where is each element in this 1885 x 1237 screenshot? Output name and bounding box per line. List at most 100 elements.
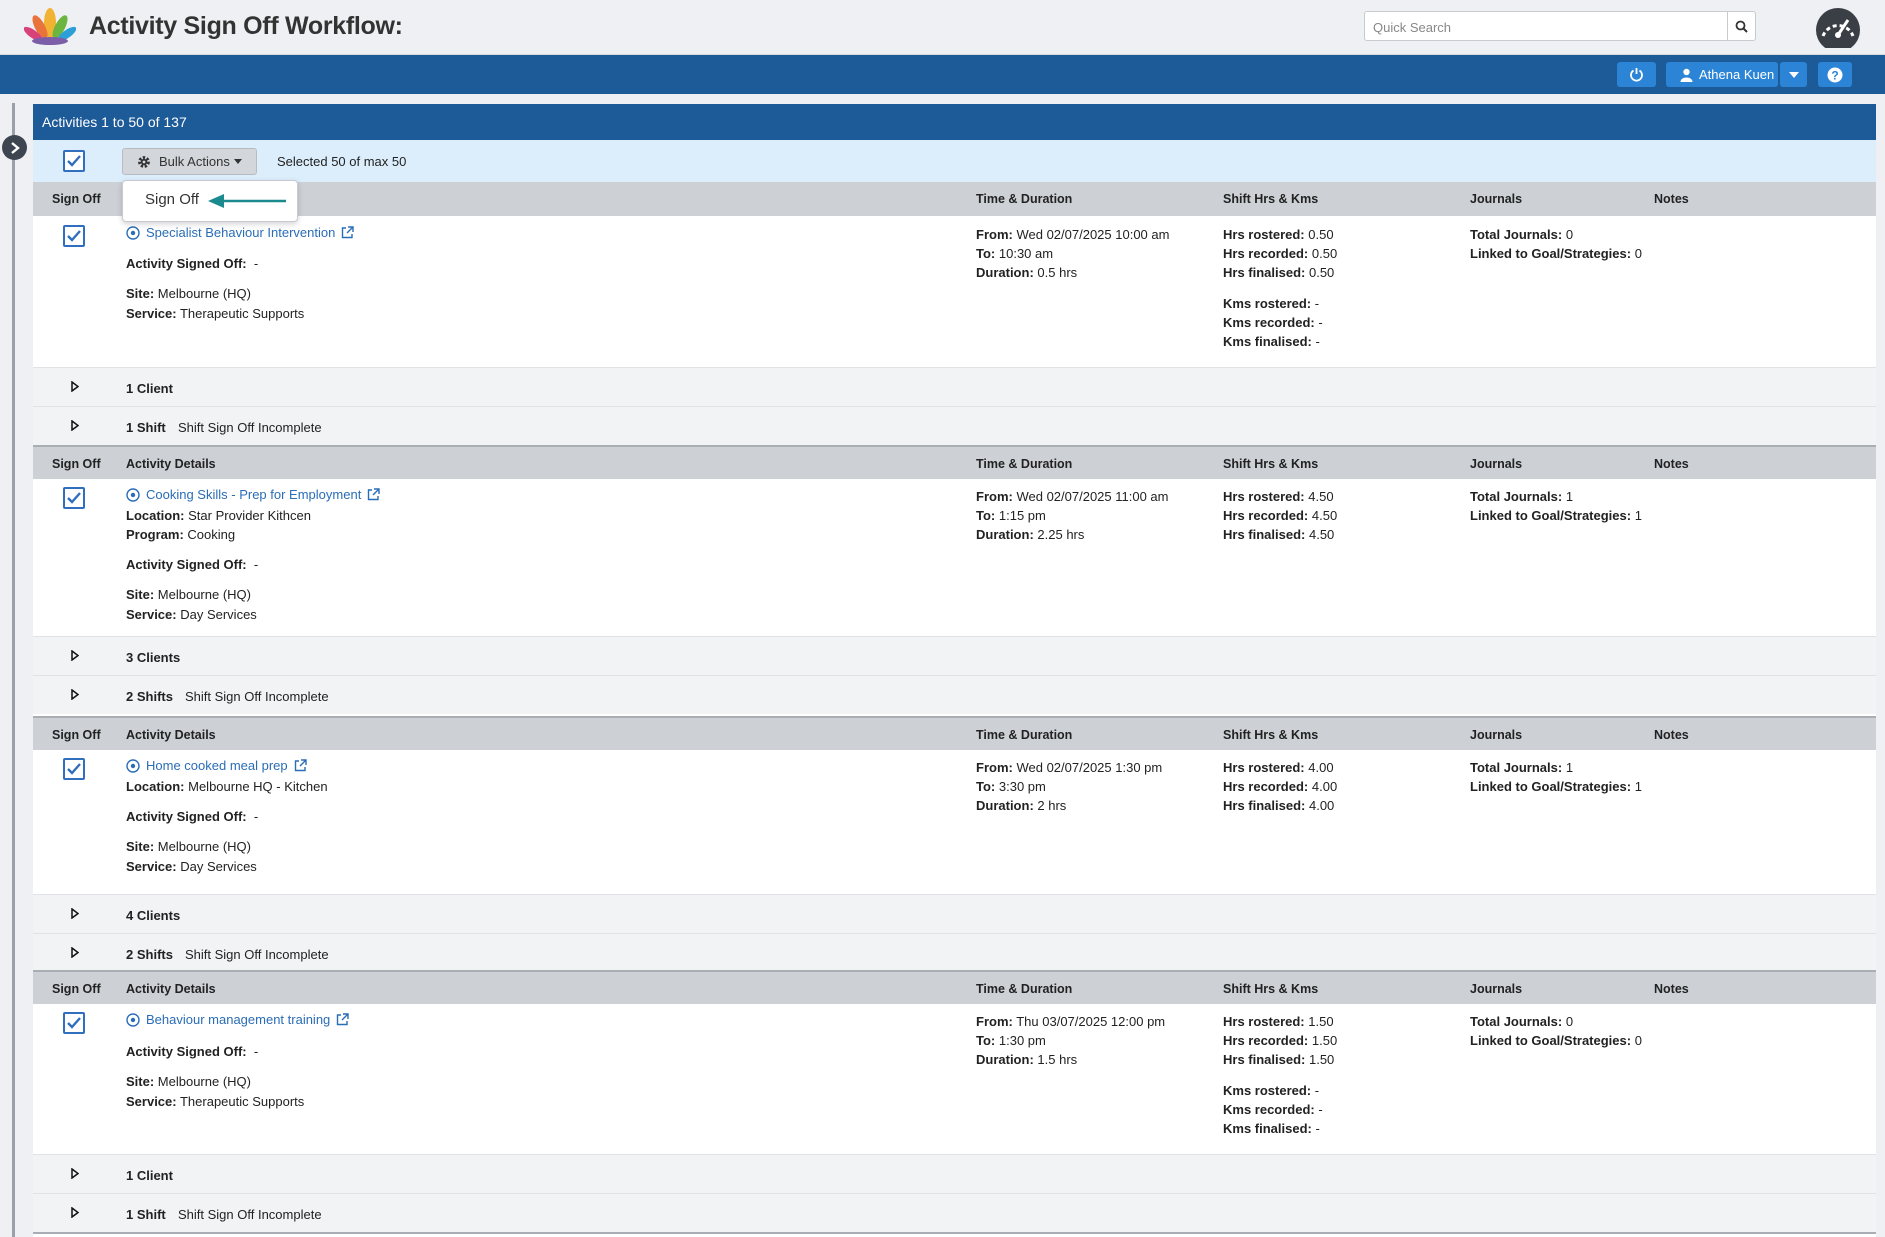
external-link-icon: [342, 226, 355, 239]
activity-site: Site: Melbourne (HQ): [126, 1074, 251, 1089]
activity-signed-off: Activity Signed Off: -: [126, 557, 259, 572]
shift-status: Shift Sign Off Incomplete: [178, 420, 322, 435]
activity-signed-off: Activity Signed Off: -: [126, 256, 259, 271]
activity-name: Behaviour management training: [146, 1012, 331, 1027]
clients-expander[interactable]: 4 Clients: [33, 894, 1876, 933]
time-from: From: Wed 02/07/2025 11:00 am: [976, 489, 1169, 504]
expand-triangle-icon: [71, 381, 79, 392]
activity-location: Location: Melbourne HQ - Kitchen: [126, 779, 328, 794]
col-journals: Journals: [1470, 192, 1523, 206]
activity-link[interactable]: Home cooked meal prep: [126, 758, 307, 773]
quick-search-input[interactable]: [1373, 18, 1713, 36]
kms-recorded: Kms recorded: -: [1223, 1102, 1323, 1117]
hrs-recorded: Hrs recorded: 0.50: [1223, 246, 1338, 261]
bulk-actions-label: Bulk Actions: [159, 154, 230, 169]
select-all-checkbox[interactable]: [63, 150, 85, 172]
hrs-rostered: Hrs rostered: 4.00: [1223, 760, 1334, 775]
time-to: To: 1:30 pm: [976, 1033, 1046, 1048]
activity-checkbox[interactable]: [63, 225, 85, 247]
svg-text:?: ?: [1831, 68, 1838, 82]
activity-name: Specialist Behaviour Intervention: [146, 225, 336, 240]
activity-row: Home cooked meal prep Location: Melbourn…: [33, 750, 1876, 894]
column-header-row: Sign Off Activity Details Time & Duratio…: [33, 970, 1876, 1004]
col-shift-hrs: Shift Hrs & Kms: [1223, 982, 1319, 996]
hrs-finalised: Hrs finalised: 4.00: [1223, 798, 1335, 813]
activity-link[interactable]: Behaviour management training: [126, 1012, 349, 1027]
shifts-expander[interactable]: 2 Shifts Shift Sign Off Incomplete: [33, 933, 1876, 972]
col-journals: Journals: [1470, 457, 1523, 471]
activity-link[interactable]: Specialist Behaviour Intervention: [126, 225, 355, 240]
client-count: 4 Clients: [126, 908, 181, 923]
shifts-expander[interactable]: 1 Shift Shift Sign Off Incomplete: [33, 406, 1876, 445]
user-toolbar: Athena Kuen ?: [0, 55, 1885, 94]
checkmark-icon: [67, 763, 81, 775]
expand-triangle-icon: [71, 689, 79, 700]
col-activity-details: Activity Details: [126, 457, 216, 471]
external-link-icon: [368, 488, 381, 501]
kms-finalised: Kms finalised: -: [1223, 1121, 1320, 1136]
target-icon: [126, 487, 140, 502]
activity-checkbox[interactable]: [63, 758, 85, 780]
activity-service: Service: Therapeutic Supports: [126, 306, 305, 321]
user-icon: [1680, 68, 1693, 82]
shift-count: 1 Shift: [126, 1207, 166, 1222]
dashboard-gauge-icon[interactable]: [1814, 6, 1862, 48]
time-duration: Duration: 2 hrs: [976, 798, 1067, 813]
clients-expander[interactable]: 1 Client: [33, 367, 1876, 406]
activity-location: Location: Star Provider Kithcen: [126, 508, 311, 523]
bulk-actions-row: Bulk Actions Selected 50 of max 50: [33, 140, 1876, 182]
activity-checkbox[interactable]: [63, 1012, 85, 1034]
external-link-icon: [294, 759, 307, 772]
caret-down-icon: [1788, 71, 1799, 78]
clients-expander[interactable]: 3 Clients: [33, 636, 1876, 675]
linked-goals: Linked to Goal/Strategies: 1: [1470, 779, 1642, 794]
gear-icon: [138, 155, 150, 168]
selection-count: Selected 50 of max 50: [277, 154, 407, 169]
activity-checkbox[interactable]: [63, 487, 85, 509]
total-journals: Total Journals: 0: [1470, 1014, 1574, 1029]
activity-link[interactable]: Cooking Skills - Prep for Employment: [126, 487, 381, 502]
time-duration: Duration: 1.5 hrs: [976, 1052, 1078, 1067]
activity-service: Service: Day Services: [126, 607, 257, 622]
external-link-icon: [337, 1013, 349, 1026]
panel-title: Activities 1 to 50 of 137: [33, 104, 1876, 140]
col-time-duration: Time & Duration: [976, 982, 1073, 996]
time-to: To: 1:15 pm: [976, 508, 1046, 523]
shift-status: Shift Sign Off Incomplete: [178, 1207, 322, 1222]
help-button[interactable]: ?: [1818, 62, 1852, 87]
shifts-expander[interactable]: 2 Shifts Shift Sign Off Incomplete: [33, 675, 1876, 714]
hrs-finalised: Hrs finalised: 4.50: [1223, 527, 1335, 542]
help-icon: ?: [1827, 67, 1843, 82]
expand-triangle-icon: [71, 947, 79, 958]
client-count: 1 Client: [126, 381, 173, 396]
col-notes: Notes: [1654, 457, 1689, 471]
clients-expander[interactable]: 1 Client: [33, 1154, 1876, 1193]
col-journals: Journals: [1470, 728, 1523, 742]
linked-goals: Linked to Goal/Strategies: 0: [1470, 1033, 1642, 1048]
user-menu-button[interactable]: Athena Kuen: [1666, 62, 1778, 87]
activity-row: Behaviour management training Activity S…: [33, 1004, 1876, 1154]
activity-row: Cooking Skills - Prep for Employment Loc…: [33, 479, 1876, 636]
shifts-expander[interactable]: 1 Shift Shift Sign Off Incomplete: [33, 1193, 1876, 1232]
top-bar: Activity Sign Off Workflow:: [0, 0, 1885, 55]
col-activity-details: Activity Details: [126, 982, 216, 996]
shift-count: 2 Shifts: [126, 689, 173, 704]
time-from: From: Wed 02/07/2025 1:30 pm: [976, 760, 1163, 775]
col-shift-hrs: Shift Hrs & Kms: [1223, 728, 1319, 742]
time-to: To: 10:30 am: [976, 246, 1054, 261]
bulk-actions-button[interactable]: Bulk Actions: [122, 148, 257, 175]
sidebar-toggle-button[interactable]: [2, 135, 27, 160]
time-duration: Duration: 0.5 hrs: [976, 265, 1078, 280]
time-duration: Duration: 2.25 hrs: [976, 527, 1085, 542]
user-menu-caret-button[interactable]: [1780, 62, 1807, 87]
logout-button[interactable]: [1617, 62, 1656, 87]
shift-count: 1 Shift: [126, 420, 166, 435]
checkmark-icon: [67, 155, 81, 167]
search-button[interactable]: [1727, 12, 1755, 40]
sidebar-rail: [12, 103, 15, 1237]
activity-program: Program: Cooking: [126, 527, 236, 542]
expand-triangle-icon: [71, 420, 79, 431]
activity-signed-off: Activity Signed Off: -: [126, 809, 259, 824]
menu-item-sign-off[interactable]: Sign Off: [145, 191, 199, 208]
col-notes: Notes: [1654, 728, 1689, 742]
